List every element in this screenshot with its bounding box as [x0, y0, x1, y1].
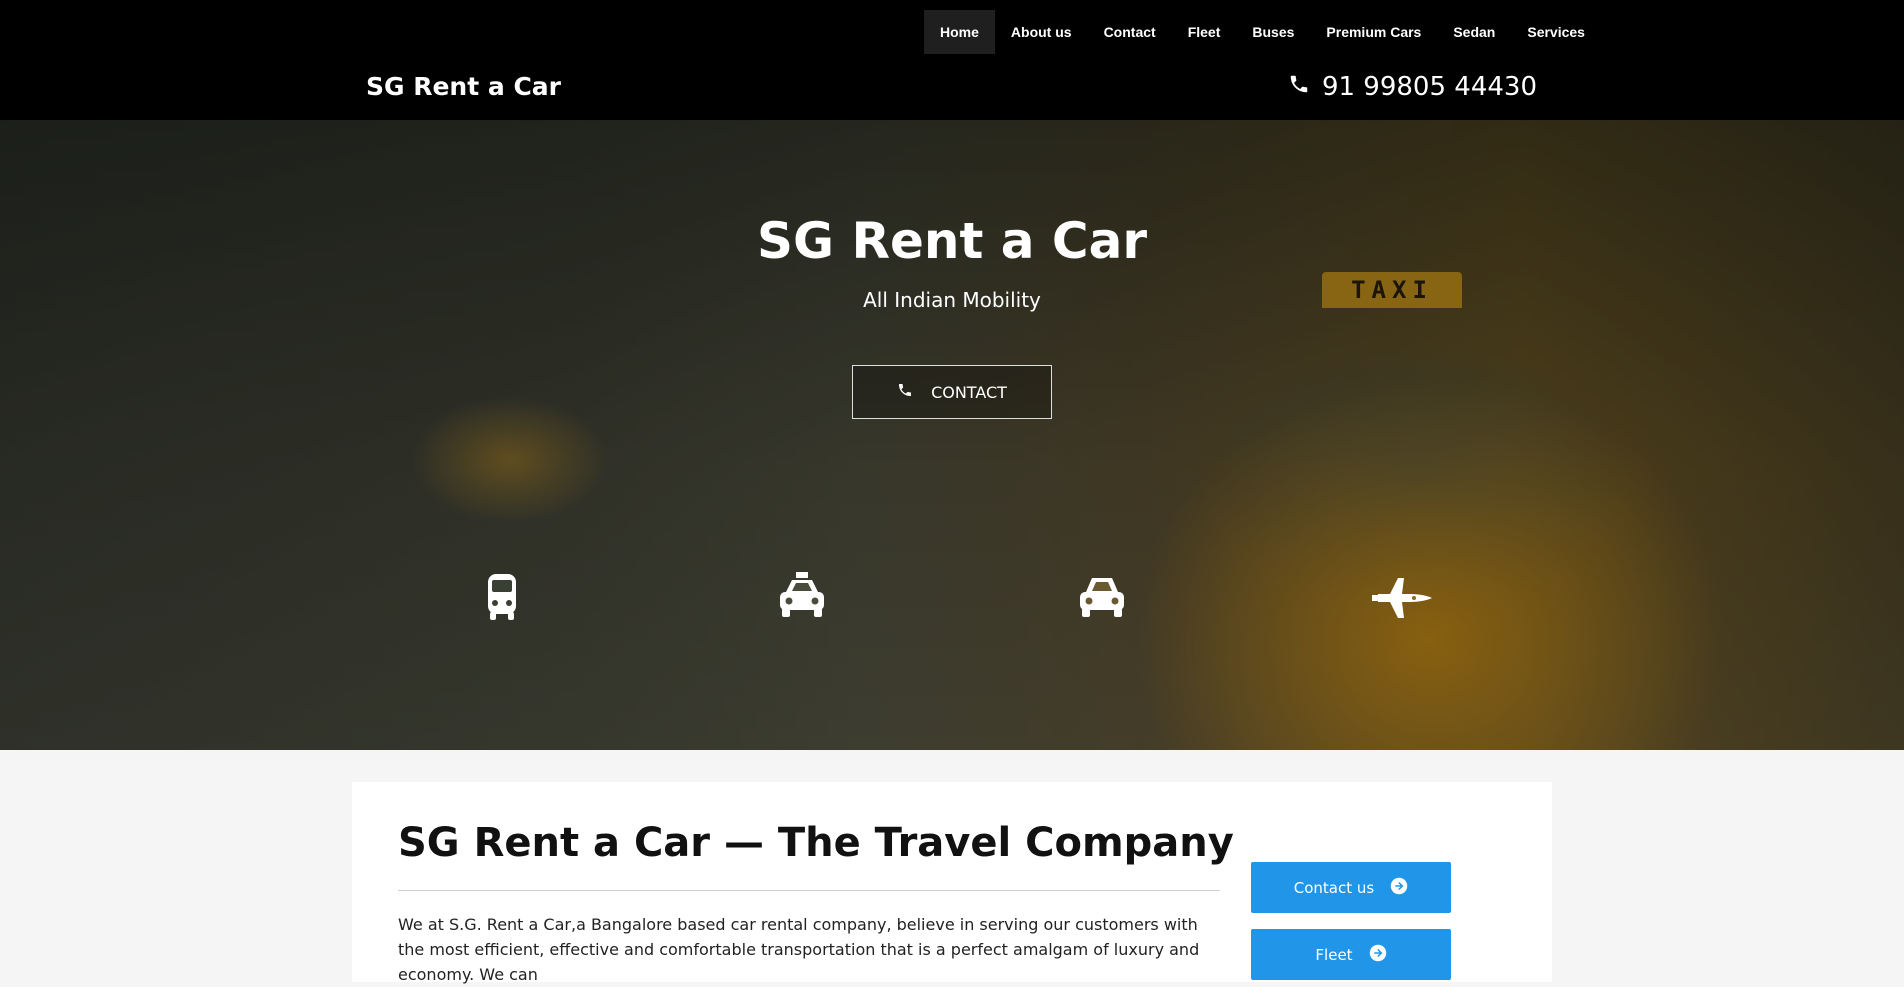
title-divider [398, 890, 1220, 891]
phone-number: 91 99805 44430 [1321, 72, 1537, 102]
phone-icon [897, 382, 913, 402]
hero-title: SG Rent a Car [756, 212, 1147, 270]
bus-icon [470, 570, 534, 626]
content-title: SG Rent a Car — The Travel Company [398, 820, 1234, 866]
nav-item-contact[interactable]: Contact [1088, 10, 1172, 54]
site-brand[interactable]: SG Rent a Car [366, 72, 561, 101]
hero-banner: TAXI SG Rent a Car All Indian Mobility C… [0, 120, 1904, 750]
phone-icon [1288, 72, 1310, 102]
nav-item-sedan[interactable]: Sedan [1437, 10, 1511, 54]
car-icon [1070, 570, 1134, 626]
fleet-label: Fleet [1315, 945, 1353, 964]
nav-item-premium-cars[interactable]: Premium Cars [1310, 10, 1437, 54]
space-shuttle-icon [1370, 570, 1434, 626]
about-panel: SG Rent a Car — The Travel Company We at… [352, 782, 1552, 984]
fleet-button[interactable]: Fleet [1251, 929, 1451, 980]
hero-contact-label: CONTACT [931, 382, 1007, 402]
arrow-circle-right-icon [1369, 944, 1387, 966]
header-phone[interactable]: 91 99805 44430 [1288, 72, 1537, 102]
nav-item-home[interactable]: Home [924, 10, 995, 54]
nav-item-about-us[interactable]: About us [995, 10, 1088, 54]
contact-us-button[interactable]: Contact us [1251, 862, 1451, 913]
contact-us-label: Contact us [1293, 878, 1375, 897]
hero-subtitle: All Indian Mobility [863, 288, 1041, 312]
hero-contact-button[interactable]: CONTACT [852, 365, 1052, 419]
arrow-circle-right-icon [1390, 877, 1408, 899]
taxi-icon [770, 570, 834, 626]
main-nav: Home About us Contact Fleet Buses Premiu… [924, 10, 1601, 54]
nav-item-services[interactable]: Services [1511, 10, 1601, 54]
nav-item-buses[interactable]: Buses [1236, 10, 1310, 54]
nav-item-fleet[interactable]: Fleet [1172, 10, 1237, 54]
site-header: Home About us Contact Fleet Buses Premiu… [0, 0, 1904, 120]
content-paragraph: We at S.G. Rent a Car,a Bangalore based … [398, 915, 1200, 984]
